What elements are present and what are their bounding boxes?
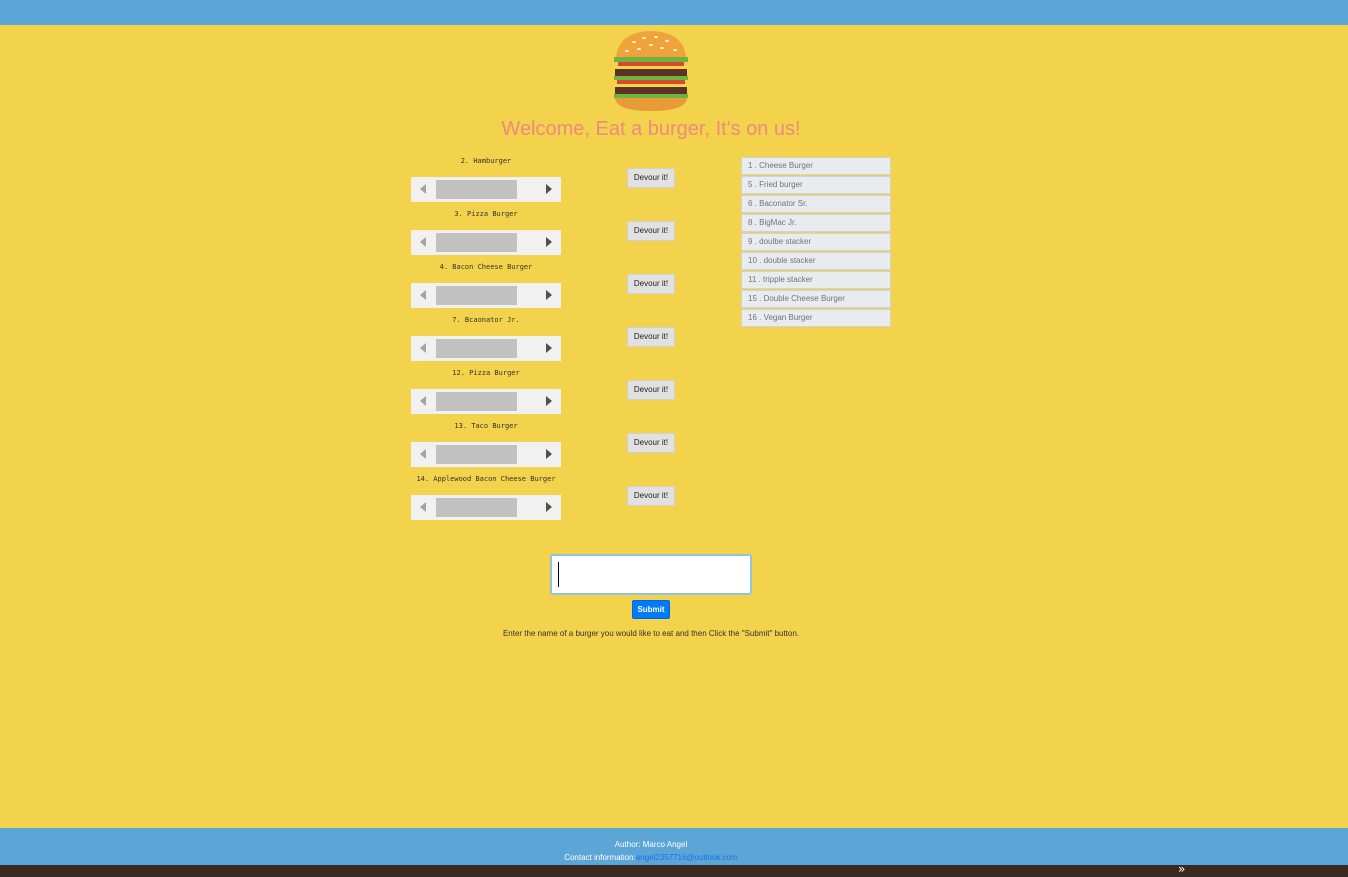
devour-button[interactable]: Devour it! [627,486,675,506]
devour-button[interactable]: Devour it! [627,274,675,294]
scroll-left-icon[interactable] [420,290,426,300]
contact-label: Contact information: [564,853,636,862]
burger-label: 14. Applewood Bacon Cheese Burger [416,475,556,483]
burger-label: 13. Taco Burger [454,422,518,430]
devoured-list-item: 5 . Fried burger [741,176,891,194]
burger-label: 12. Pizza Burger [452,369,520,377]
scroll-right-icon[interactable] [546,290,552,300]
devoured-list-item: 8 . BigMac Jr. [741,214,891,232]
scroll-thumb[interactable] [436,498,517,517]
horizontal-scrollbar[interactable] [411,495,561,520]
devoured-list-item: 6 . Baconator Sr. [741,195,891,213]
burger-label: 2. Hamburger [460,157,512,165]
burger-label: 4. Bacon Cheese Burger [439,263,533,271]
scroll-thumb[interactable] [436,180,517,199]
devoured-list-item: 11 . tripple stacker [741,271,891,289]
devour-button[interactable]: Devour it! [627,221,675,241]
scroll-right-icon[interactable] [546,502,552,512]
top-bar [0,0,1348,25]
scroll-left-icon[interactable] [420,237,426,247]
scroll-left-icon[interactable] [420,449,426,459]
burger-icon [614,31,688,111]
scroll-thumb[interactable] [436,445,517,464]
horizontal-scrollbar[interactable] [411,177,561,202]
scroll-thumb[interactable] [436,233,517,252]
contact-email-link[interactable]: angel2357716@outlook.com [636,853,738,862]
scroll-thumb[interactable] [436,339,517,358]
devour-button[interactable]: Devour it! [627,327,675,347]
devour-button[interactable]: Devour it! [627,433,675,453]
horizontal-scrollbar[interactable] [411,336,561,361]
devour-button[interactable]: Devour it! [627,380,675,400]
bottom-strip [0,865,1348,877]
scroll-right-icon[interactable] [546,396,552,406]
scroll-left-icon[interactable] [420,184,426,194]
scroll-right-icon[interactable] [546,237,552,247]
instructions-text: Enter the name of a burger you would lik… [502,629,800,638]
devour-button[interactable]: Devour it! [627,168,675,188]
scroll-thumb[interactable] [436,286,517,305]
burger-name-input[interactable] [550,554,752,595]
horizontal-scrollbar[interactable] [411,442,561,467]
scroll-left-icon[interactable] [420,502,426,512]
submit-button[interactable]: Submit [632,600,670,619]
devoured-list-item: 1 . Cheese Burger [741,157,891,175]
burger-label: 7. Bcaonator Jr. [452,316,520,324]
scroll-thumb[interactable] [436,392,517,411]
scroll-left-icon[interactable] [420,343,426,353]
devoured-list-item: 9 . doulbe stacker [741,233,891,251]
horizontal-scrollbar[interactable] [411,230,561,255]
devoured-list-item: 16 . Vegan Burger [741,309,891,327]
footer-contact: Contact information:angel2357716@outlook… [0,853,1302,862]
scroll-left-icon[interactable] [420,396,426,406]
devoured-list-item: 10 . double stacker [741,252,891,270]
scroll-right-icon[interactable] [546,343,552,353]
page-title: Welcome, Eat a burger, It's on us! [501,118,801,140]
double-chevron-icon[interactable]: » [1178,862,1185,876]
horizontal-scrollbar[interactable] [411,389,561,414]
burger-label: 3. Pizza Burger [454,210,518,218]
scroll-right-icon[interactable] [546,184,552,194]
horizontal-scrollbar[interactable] [411,283,561,308]
footer-author: Author: Marco Angel [614,840,688,849]
text-cursor [558,562,559,587]
devoured-list-item: 15 . Double Cheese Burger [741,290,891,308]
scroll-right-icon[interactable] [546,449,552,459]
